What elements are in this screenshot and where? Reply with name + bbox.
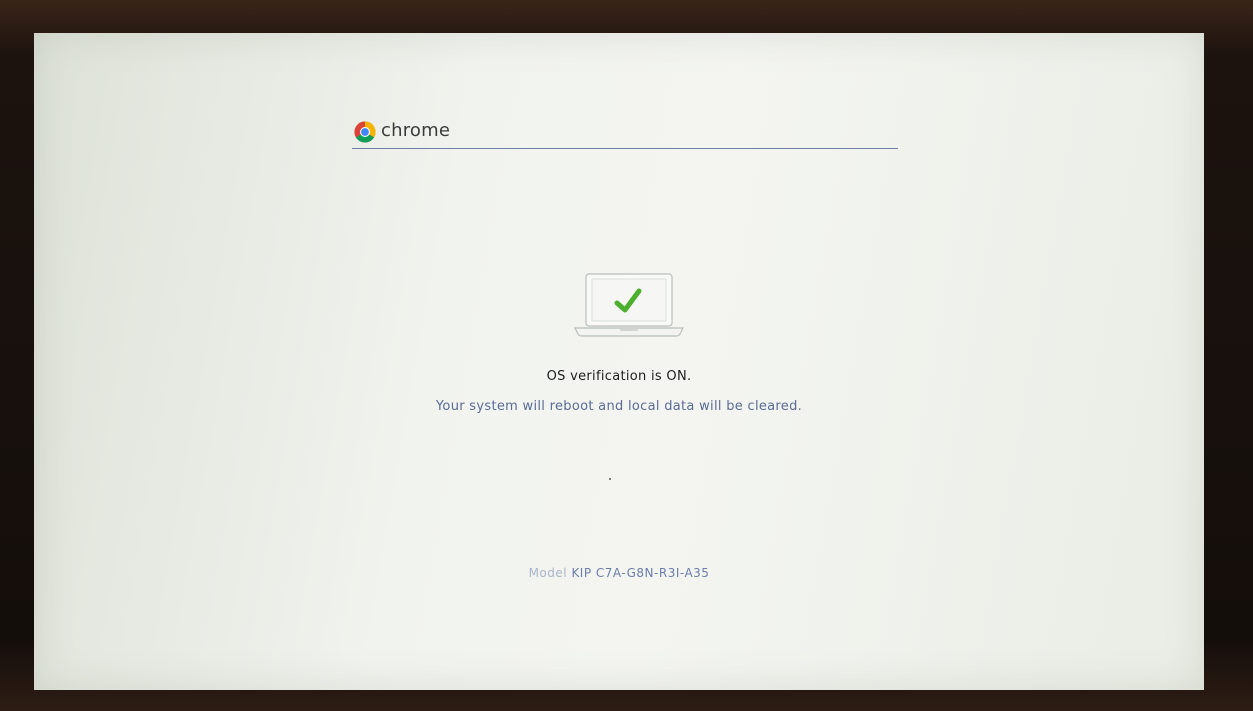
chrome-logo-icon bbox=[354, 121, 376, 143]
header: chrome bbox=[352, 118, 898, 149]
model-value: KIP C7A-G8N-R3I-A35 bbox=[571, 566, 710, 580]
status-title: OS verification is ON. bbox=[546, 369, 692, 384]
laptop-checkmark-icon bbox=[574, 273, 684, 337]
recovery-screen: chrome OS verification is ON. Your syste… bbox=[34, 33, 1204, 690]
brand-name: chrome bbox=[381, 120, 451, 141]
status-subtitle: Your system will reboot and local data w… bbox=[435, 399, 803, 414]
progress-dot bbox=[609, 478, 611, 480]
model-label: Model bbox=[528, 566, 568, 580]
model-info: Model KIP C7A-G8N-R3I-A35 bbox=[34, 566, 1204, 580]
